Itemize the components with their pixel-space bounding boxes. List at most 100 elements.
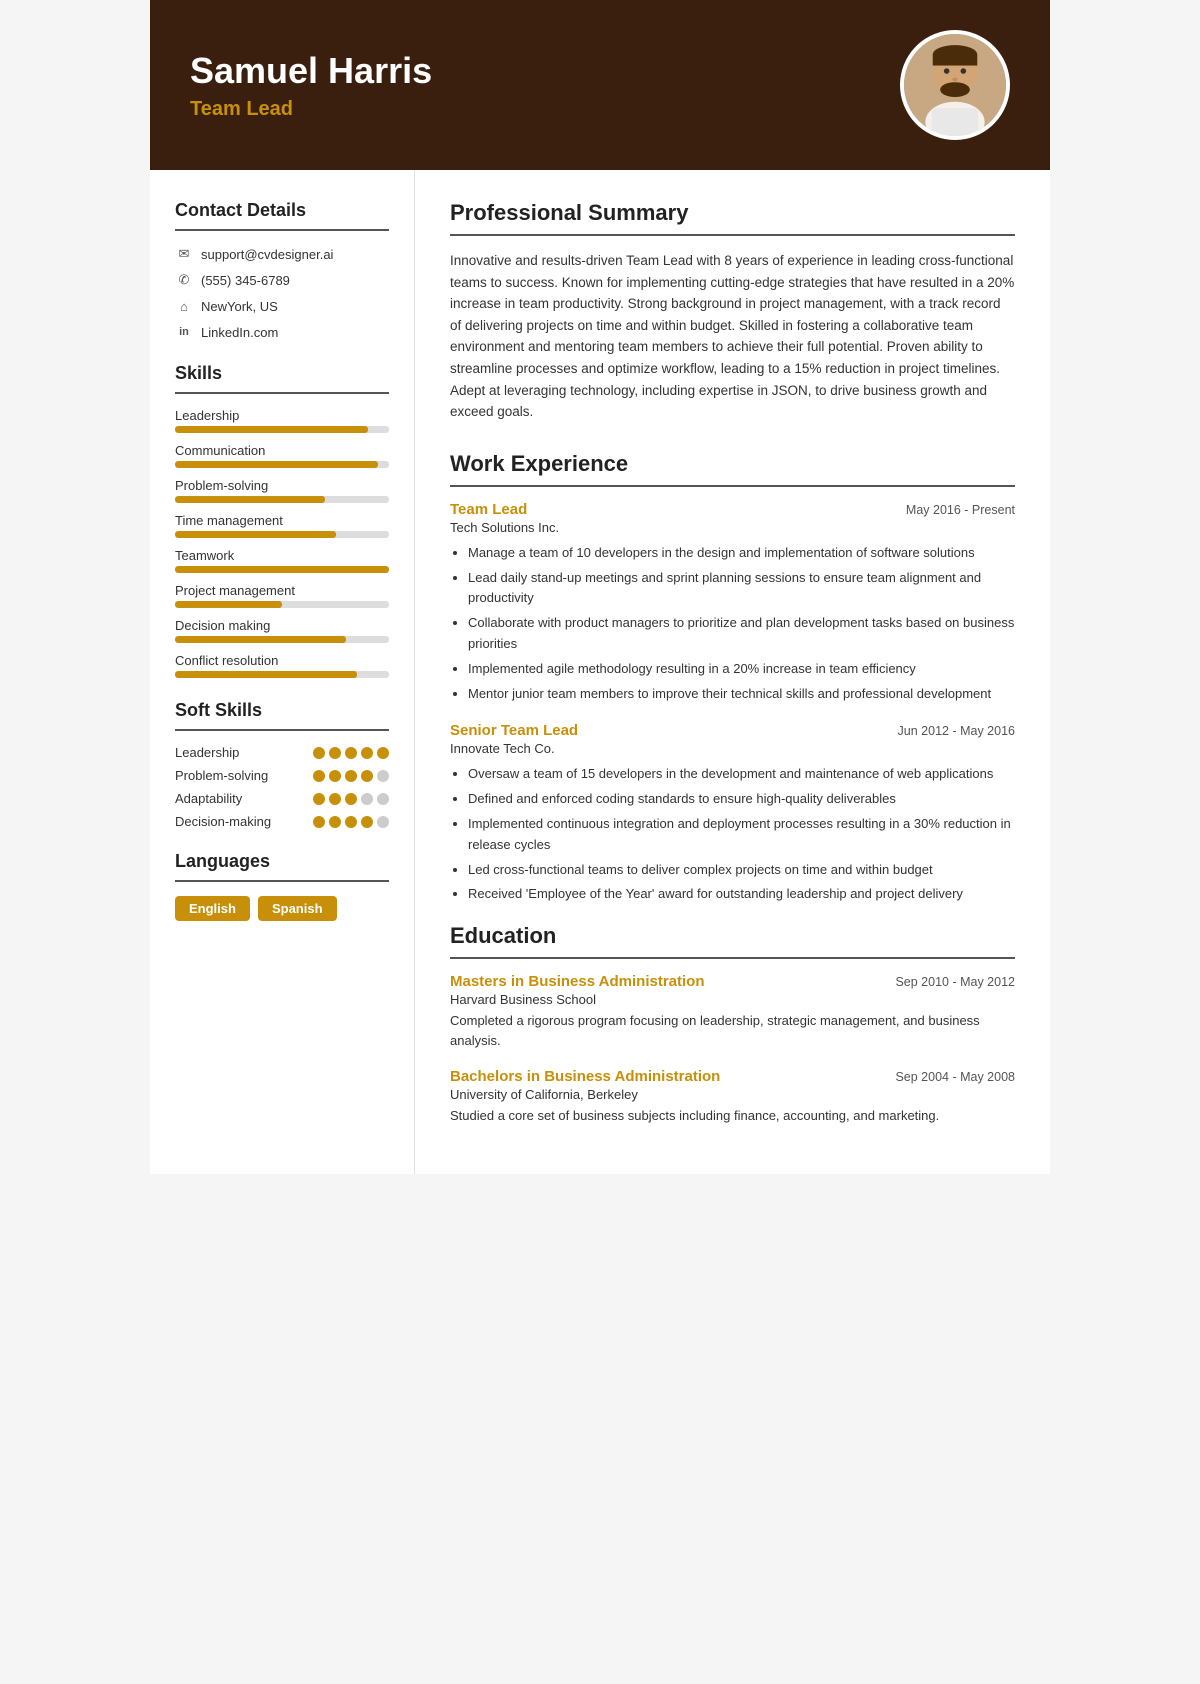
skill-item: Conflict resolution [175,653,389,678]
location-value: NewYork, US [201,299,278,314]
dot [361,770,373,782]
dot [345,770,357,782]
job-bullets: Manage a team of 10 developers in the de… [450,543,1015,705]
education-list: Masters in Business Administration Sep 2… [450,973,1015,1126]
edu-school: Harvard Business School [450,992,1015,1007]
edu-date: Sep 2010 - May 2012 [895,975,1015,989]
skill-bar [175,496,389,503]
job-date: May 2016 - Present [906,503,1015,517]
job-bullet: Oversaw a team of 15 developers in the d… [468,764,1015,785]
soft-skills-title: Soft Skills [175,700,389,721]
summary-divider [450,234,1015,236]
dot [329,816,341,828]
job-bullet: Led cross-functional teams to deliver co… [468,860,1015,881]
edu-date: Sep 2004 - May 2008 [895,1070,1015,1084]
dot [361,816,373,828]
dot [313,793,325,805]
soft-skill-item: Adaptability [175,791,389,806]
dot [345,793,357,805]
header-left: Samuel Harris Team Lead [190,50,432,121]
soft-skills-divider [175,729,389,731]
education-title: Education [450,923,1015,949]
soft-skill-item: Problem-solving [175,768,389,783]
job-bullet: Manage a team of 10 developers in the de… [468,543,1015,564]
skill-item: Project management [175,583,389,608]
skill-fill [175,496,325,503]
edu-header: Masters in Business Administration Sep 2… [450,973,1015,990]
skill-name: Communication [175,443,389,458]
work-title: Work Experience [450,451,1015,477]
contact-divider [175,229,389,231]
dot [345,816,357,828]
skill-fill [175,426,368,433]
skill-name: Decision making [175,618,389,633]
dot [329,770,341,782]
soft-skill-name: Decision-making [175,814,271,829]
job-header: Team Lead May 2016 - Present [450,501,1015,518]
soft-skill-item: Decision-making [175,814,389,829]
skill-fill [175,531,336,538]
linkedin-icon: in [175,323,193,341]
contact-location: ⌂ NewYork, US [175,297,389,315]
soft-skills-list: Leadership Problem-solving Adaptability … [175,745,389,829]
email-icon: ✉ [175,245,193,263]
soft-skill-name: Problem-solving [175,768,268,783]
phone-icon: ✆ [175,271,193,289]
dot [377,793,389,805]
dot [329,747,341,759]
job-company: Innovate Tech Co. [450,741,1015,756]
education-entry: Masters in Business Administration Sep 2… [450,973,1015,1050]
soft-skill-name: Leadership [175,745,239,760]
skill-name: Leadership [175,408,389,423]
skill-fill [175,601,282,608]
dot [377,770,389,782]
dot [313,770,325,782]
job-header: Senior Team Lead Jun 2012 - May 2016 [450,722,1015,739]
skill-bar [175,531,389,538]
contact-linkedin: in LinkedIn.com [175,323,389,341]
edu-degree: Bachelors in Business Administration [450,1068,720,1085]
job-bullet: Implemented continuous integration and d… [468,814,1015,856]
education-divider [450,957,1015,959]
summary-title: Professional Summary [450,200,1015,226]
avatar [900,30,1010,140]
linkedin-value: LinkedIn.com [201,325,278,340]
skill-item: Problem-solving [175,478,389,503]
edu-header: Bachelors in Business Administration Sep… [450,1068,1015,1085]
work-divider [450,485,1015,487]
dot [377,816,389,828]
skill-item: Teamwork [175,548,389,573]
skill-bar [175,636,389,643]
dot [377,747,389,759]
skill-item: Leadership [175,408,389,433]
edu-desc: Studied a core set of business subjects … [450,1106,1015,1126]
skills-divider [175,392,389,394]
job-bullet: Defined and enforced coding standards to… [468,789,1015,810]
dots [313,816,389,828]
phone-value: (555) 345-6789 [201,273,290,288]
main-content: Professional Summary Innovative and resu… [415,170,1050,1174]
job-bullets: Oversaw a team of 15 developers in the d… [450,764,1015,905]
skill-name: Project management [175,583,389,598]
candidate-name: Samuel Harris [190,50,432,92]
candidate-title: Team Lead [190,98,432,121]
skill-name: Teamwork [175,548,389,563]
dots [313,770,389,782]
resume-body: Contact Details ✉ support@cvdesigner.ai … [150,170,1050,1174]
skill-bar [175,601,389,608]
job-entry: Team Lead May 2016 - Present Tech Soluti… [450,501,1015,705]
job-title: Team Lead [450,501,527,518]
edu-degree: Masters in Business Administration [450,973,705,990]
jobs-list: Team Lead May 2016 - Present Tech Soluti… [450,501,1015,905]
location-icon: ⌂ [175,297,193,315]
edu-school: University of California, Berkeley [450,1087,1015,1102]
dots [313,793,389,805]
job-company: Tech Solutions Inc. [450,520,1015,535]
job-bullet: Received 'Employee of the Year' award fo… [468,884,1015,905]
skills-list: Leadership Communication Problem-solving… [175,408,389,678]
skill-fill [175,566,389,573]
edu-desc: Completed a rigorous program focusing on… [450,1011,1015,1050]
skill-fill [175,636,346,643]
skill-bar [175,461,389,468]
language-tag: English [175,896,250,921]
